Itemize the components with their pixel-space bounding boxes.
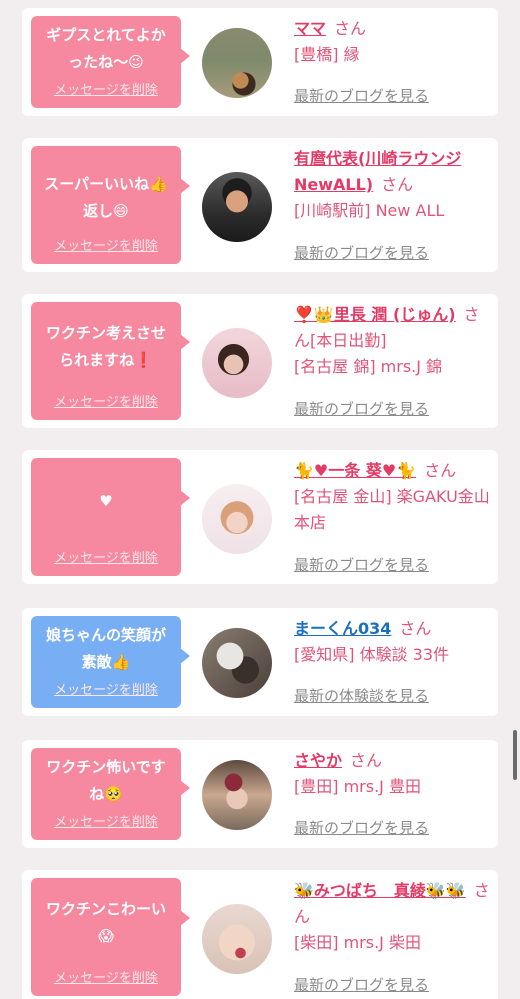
- message-card: ギプスとれてよかったね〜😉 メッセージを削除 ママ さん [豊橋] 縁 最新のブロ…: [22, 8, 498, 116]
- message-card: ワクチン怖いですね🥺 メッセージを削除 さやか さん [豊田] mrs.J 豊田 …: [22, 740, 498, 848]
- user-location: [川崎駅前] New ALL: [294, 201, 445, 220]
- message-text: 娘ちゃんの笑顔が素敵👍: [45, 626, 166, 671]
- message-text: スーパーいいね👍返し😄: [44, 175, 168, 220]
- user-info: 🐝みつばち 真綾🐝🐝 さん [柴田] mrs.J 柴田: [294, 878, 492, 956]
- avatar[interactable]: [202, 328, 272, 398]
- user-info: 有麿代表(川崎ラウンジNewALL) さん [川崎駅前] New ALL: [294, 146, 492, 224]
- delete-message-link[interactable]: メッセージを削除: [31, 971, 181, 987]
- user-location: [豊橋] 縁: [294, 45, 360, 64]
- user-name-link[interactable]: さやか: [294, 751, 342, 770]
- latest-blog-link[interactable]: 最新のブログを見る: [294, 242, 429, 263]
- message-text: ワクチン怖いですね🥺: [46, 758, 166, 803]
- message-list: ギプスとれてよかったね〜😉 メッセージを削除 ママ さん [豊橋] 縁 最新のブロ…: [0, 0, 520, 999]
- message-bubble: ワクチン怖いですね🥺 メッセージを削除: [31, 748, 190, 840]
- user-location: [名古屋 金山] 楽GAKU金山本店: [294, 487, 490, 532]
- message-card: 娘ちゃんの笑顔が素敵👍 メッセージを削除 まーくん034 さん [愛知県] 体験談…: [22, 608, 498, 716]
- user-location: [柴田] mrs.J 柴田: [294, 933, 421, 952]
- message-card: スーパーいいね👍返し😄 メッセージを削除 有麿代表(川崎ラウンジNewALL) さ…: [22, 138, 498, 272]
- delete-message-link[interactable]: メッセージを削除: [31, 83, 181, 99]
- message-bubble: ギプスとれてよかったね〜😉 メッセージを削除: [31, 16, 190, 108]
- honorific: さん: [350, 751, 383, 770]
- latest-blog-link[interactable]: 最新のブログを見る: [294, 817, 429, 838]
- message-text: ギプスとれてよかったね〜😉: [46, 26, 166, 71]
- avatar[interactable]: [202, 484, 272, 554]
- message-text: ♥: [99, 492, 113, 510]
- message-card: ワクチンこわーい😱 メッセージを削除 🐝みつばち 真綾🐝🐝 さん [柴田] mrs…: [22, 870, 498, 999]
- user-name-link[interactable]: 有麿代表(川崎ラウンジNewALL): [294, 149, 461, 194]
- message-bubble: ワクチン考えさせられますね❗ メッセージを削除: [31, 302, 190, 420]
- message-bubble: ♥ メッセージを削除: [31, 458, 190, 576]
- user-info: ❣️👑里長 潤 (じゅん) さん[本日出勤] [名古屋 錦] mrs.J 錦: [294, 302, 492, 380]
- user-info: 🐈♥一条 葵♥🐈 さん [名古屋 金山] 楽GAKU金山本店: [294, 458, 492, 536]
- latest-blog-link[interactable]: 最新のブログを見る: [294, 974, 429, 995]
- latest-blog-link[interactable]: 最新のブログを見る: [294, 554, 429, 575]
- user-location: [名古屋 錦] mrs.J 錦: [294, 357, 443, 376]
- honorific: さん: [381, 175, 414, 194]
- avatar[interactable]: [202, 904, 272, 974]
- user-location: [豊田] mrs.J 豊田: [294, 777, 421, 796]
- message-card: ワクチン考えさせられますね❗ メッセージを削除 ❣️👑里長 潤 (じゅん) さん[…: [22, 294, 498, 428]
- user-name-link[interactable]: 🐝みつばち 真綾🐝🐝: [294, 881, 466, 900]
- delete-message-link[interactable]: メッセージを削除: [31, 395, 181, 411]
- message-bubble: 娘ちゃんの笑顔が素敵👍 メッセージを削除: [31, 616, 190, 708]
- user-name-link[interactable]: まーくん034: [294, 619, 391, 638]
- avatar[interactable]: [202, 628, 272, 698]
- latest-experience-link[interactable]: 最新の体験談を見る: [294, 685, 429, 706]
- user-name-link[interactable]: ママ: [294, 19, 326, 38]
- user-name-link[interactable]: ❣️👑里長 潤 (じゅん): [294, 305, 456, 324]
- delete-message-link[interactable]: メッセージを削除: [31, 551, 181, 567]
- latest-blog-link[interactable]: 最新のブログを見る: [294, 85, 429, 106]
- avatar[interactable]: [202, 172, 272, 242]
- latest-blog-link[interactable]: 最新のブログを見る: [294, 398, 429, 419]
- user-location: [愛知県] 体験談 33件: [294, 645, 450, 664]
- message-bubble: ワクチンこわーい😱 メッセージを削除: [31, 878, 190, 996]
- delete-message-link[interactable]: メッセージを削除: [31, 683, 181, 699]
- message-bubble: スーパーいいね👍返し😄 メッセージを削除: [31, 146, 190, 264]
- message-text: ワクチン考えさせられますね❗: [45, 324, 166, 369]
- avatar[interactable]: [202, 760, 272, 830]
- honorific: さん: [424, 461, 457, 480]
- avatar[interactable]: [202, 28, 272, 98]
- user-info: さやか さん [豊田] mrs.J 豊田: [294, 748, 492, 800]
- message-card: ♥ メッセージを削除 🐈♥一条 葵♥🐈 さん [名古屋 金山] 楽GAKU金山本店…: [22, 450, 498, 584]
- honorific: さん: [334, 19, 367, 38]
- message-text: ワクチンこわーい😱: [45, 900, 166, 945]
- honorific: さん: [399, 619, 432, 638]
- user-name-link[interactable]: 🐈♥一条 葵♥🐈: [294, 461, 416, 480]
- delete-message-link[interactable]: メッセージを削除: [31, 239, 181, 255]
- attendance-status: [本日出勤]: [310, 331, 387, 350]
- user-info: ママ さん [豊橋] 縁: [294, 16, 492, 68]
- user-info: まーくん034 さん [愛知県] 体験談 33件: [294, 616, 492, 668]
- scrollbar[interactable]: [513, 730, 517, 780]
- delete-message-link[interactable]: メッセージを削除: [31, 815, 181, 831]
